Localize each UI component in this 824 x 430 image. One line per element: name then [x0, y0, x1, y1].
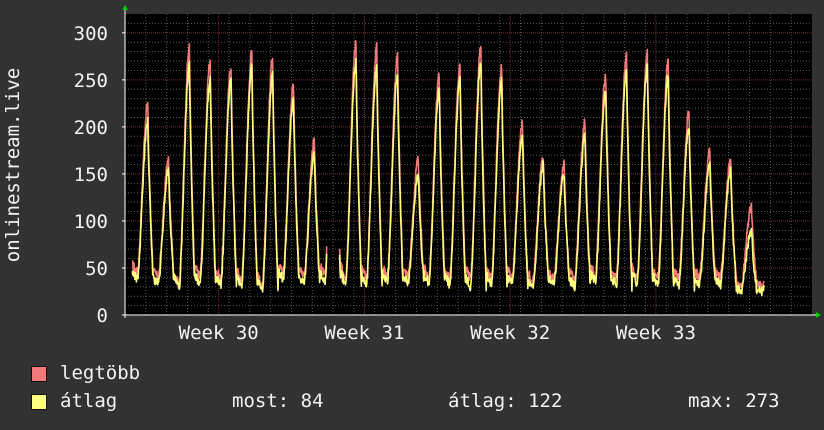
y-tick-label: 0: [97, 305, 108, 327]
y-tick-label: 300: [74, 23, 108, 45]
legend-avg-label: átlag: [60, 390, 118, 412]
x-axis-tick-labels: Week 30 Week 31 Week 32 Week 33: [179, 322, 696, 344]
y-tick-label: 50: [85, 258, 108, 280]
y-tick-label: 100: [74, 211, 108, 233]
legend-avg-value: átlag: 122: [448, 390, 563, 412]
legend-max-label: legtöbb: [60, 362, 141, 384]
x-axis-arrow: [816, 312, 821, 318]
vertical-axis-label: onlinestream.live: [2, 68, 24, 262]
y-tick-label: 200: [74, 117, 108, 139]
legend-avg-swatch: [31, 394, 47, 410]
legend-max-value: max: 273: [688, 390, 780, 412]
x-tick-label: Week 30: [179, 322, 259, 344]
y-tick-label: 250: [74, 70, 108, 92]
legend-now-value: most: 84: [232, 390, 324, 412]
x-tick-label: Week 32: [470, 322, 550, 344]
legend-max-swatch: [31, 366, 47, 382]
x-tick-label: Week 31: [324, 322, 404, 344]
y-axis-tick-labels: 0 50 100 150 200 250 300: [74, 23, 125, 327]
x-tick-label: Week 33: [616, 322, 696, 344]
y-tick-label: 150: [74, 164, 108, 186]
y-axis-arrow: [122, 5, 128, 10]
